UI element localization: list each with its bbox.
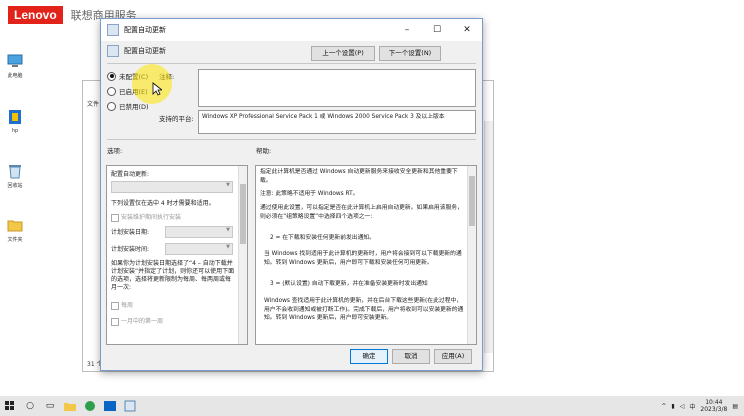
- outlook-icon[interactable]: [100, 396, 120, 416]
- lenovo-logo: Lenovo: [8, 6, 63, 24]
- mouse-cursor-icon: [152, 82, 162, 96]
- task-view-icon[interactable]: ▭: [40, 396, 60, 416]
- scroll-thumb[interactable]: [469, 176, 475, 226]
- checkbox[interactable]: [111, 317, 119, 326]
- search-icon[interactable]: ○: [20, 396, 40, 416]
- help-paragraph: 通过使用此设置，可以指定是否在此计算机上启用自动更新。如果启用该服务，则必须在“…: [260, 205, 463, 220]
- ok-button[interactable]: 确定: [350, 349, 388, 364]
- radio-disabled[interactable]: 已禁用(D): [107, 101, 149, 111]
- help-paragraph: 当 Windows 找到适用于此计算机的更新时，用户将会接到可以下载更新的通知。…: [264, 251, 462, 266]
- chevron-down-icon: ▼: [226, 244, 230, 250]
- schedule-time-label: 计划安装时间:: [111, 246, 150, 253]
- maintenance-checkbox-row[interactable]: 安装维护期间执行安装: [111, 212, 181, 222]
- divider: [107, 63, 476, 64]
- help-paragraph: 注意: 此策略不适用于 Windows RT。: [260, 191, 359, 197]
- chevron-down-icon: ▼: [226, 227, 230, 233]
- schedule-day-label: 计划安装日期:: [111, 229, 150, 236]
- close-button[interactable]: ✕: [452, 19, 482, 41]
- help-paragraph: Windows 查找适用于此计算机的更新，并在后台下载这些更新(在此过程中，用户…: [264, 298, 464, 321]
- desktop-icon-label: 回收站: [7, 183, 23, 189]
- policy-icon: [107, 45, 119, 57]
- dialog-titlebar[interactable]: 配置自动更新 – ☐ ✕: [101, 19, 482, 41]
- options-pane: 配置自动更新: ▼ 下列设置仅在选中 4 时才需要和适用。 安装维护期间执行安装…: [106, 165, 248, 345]
- group-policy-icon[interactable]: [120, 396, 140, 416]
- radio-dot[interactable]: [107, 71, 116, 81]
- ime-icon[interactable]: 中: [689, 402, 695, 411]
- desktop-icon-label: hp: [11, 128, 19, 134]
- computer-icon: [6, 52, 24, 70]
- schedule-day-combo[interactable]: ▼: [165, 226, 233, 238]
- checkbox-label: 每周: [121, 302, 134, 309]
- system-tray: ^ ▮ ◁ 中 10:44 2023/3/8 ▤: [661, 396, 738, 416]
- clock[interactable]: 10:44 2023/3/8: [700, 399, 727, 413]
- browser-icon[interactable]: [80, 396, 100, 416]
- help-paragraph: 2 = 在下载和安装任何更新前发出通知。: [270, 235, 375, 241]
- desktop-icon-this-pc[interactable]: 此电脑: [2, 52, 28, 79]
- desktop-icon-label: 文件夹: [7, 237, 23, 243]
- recycle-bin-icon: [6, 162, 24, 180]
- desktop-icon-hp[interactable]: hp: [2, 108, 28, 134]
- supported-label: 支持的平台:: [159, 115, 194, 123]
- options-scrollbar[interactable]: [238, 166, 247, 344]
- divider: [107, 139, 476, 140]
- next-setting-button[interactable]: 下一个设置(N): [379, 46, 441, 61]
- help-paragraph: 指定此计算机是否通过 Windows 自动更新服务来接收安全更新和其他重要下载。: [260, 169, 458, 184]
- checkbox-label: 一月中的第一周: [121, 318, 164, 325]
- explorer-scrollbar[interactable]: [484, 121, 493, 353]
- configure-update-label: 配置自动更新:: [111, 171, 150, 178]
- clock-date: 2023/3/8: [700, 406, 728, 413]
- minimize-button[interactable]: –: [392, 19, 422, 41]
- chevron-down-icon: ▼: [226, 182, 230, 188]
- clock-time: 10:44: [705, 399, 723, 406]
- supported-platforms-text: Windows XP Professional Service Pack 1 或…: [202, 114, 445, 120]
- first-week-checkbox-row[interactable]: 一月中的第一周: [111, 316, 163, 326]
- apply-button[interactable]: 应用(A): [434, 349, 472, 364]
- options-note: 下列设置仅在选中 4 时才需要和适用。: [111, 200, 215, 207]
- checkbox[interactable]: [111, 213, 119, 222]
- cancel-button[interactable]: 取消: [392, 349, 430, 364]
- start-button[interactable]: [0, 396, 20, 416]
- radio-dot[interactable]: [107, 86, 116, 96]
- policy-subtitle: 配置自动更新: [124, 47, 166, 55]
- radio-dot[interactable]: [107, 101, 116, 111]
- desktop-icon-folder[interactable]: 文件夹: [2, 216, 28, 243]
- policy-icon: [107, 24, 119, 36]
- help-header: 帮助:: [256, 147, 272, 155]
- help-scrollbar[interactable]: [467, 166, 476, 344]
- configure-update-combo[interactable]: ▼: [111, 181, 233, 193]
- file-explorer-icon[interactable]: [60, 396, 80, 416]
- schedule-paragraph: 如果你为计划安装日期选择了“4 – 自动下载并计划安装”并指定了计划，则你还可以…: [111, 260, 235, 291]
- prev-setting-button[interactable]: 上一个设置(P): [311, 46, 375, 61]
- supported-platforms-box: Windows XP Professional Service Pack 1 或…: [198, 110, 476, 134]
- weekly-checkbox-row[interactable]: 每周: [111, 300, 133, 310]
- volume-icon[interactable]: ◁: [680, 403, 685, 410]
- desktop-icon-recycle-bin[interactable]: 回收站: [2, 162, 28, 189]
- checkbox-label: 安装维护期间执行安装: [121, 214, 182, 221]
- hp-icon: [6, 108, 24, 126]
- help-pane: 指定此计算机是否通过 Windows 自动更新服务来接收安全更新和其他重要下载。…: [255, 165, 477, 345]
- notification-icon[interactable]: ▤: [732, 403, 738, 410]
- policy-subtitle-row: 配置自动更新: [107, 45, 166, 57]
- desktop-icon-label: 此电脑: [7, 73, 23, 79]
- maximize-button[interactable]: ☐: [422, 19, 452, 41]
- schedule-time-combo[interactable]: ▼: [165, 243, 233, 255]
- chevron-up-icon[interactable]: ^: [661, 403, 666, 410]
- help-paragraph: 3 = (默认设置) 自动下载更新，并在准备安装更新时发出通知: [270, 281, 428, 287]
- folder-icon: [6, 216, 24, 234]
- comment-textarea[interactable]: [198, 69, 476, 107]
- network-icon[interactable]: ▮: [671, 403, 674, 410]
- options-header: 选项:: [107, 147, 123, 155]
- scroll-thumb[interactable]: [240, 184, 246, 244]
- taskbar: ○ ▭ ^ ▮ ◁ 中 10:44 2023/3/8 ▤: [0, 396, 744, 416]
- dialog-title: 配置自动更新: [124, 26, 166, 34]
- checkbox[interactable]: [111, 301, 119, 310]
- explorer-menu[interactable]: 文件: [87, 99, 99, 108]
